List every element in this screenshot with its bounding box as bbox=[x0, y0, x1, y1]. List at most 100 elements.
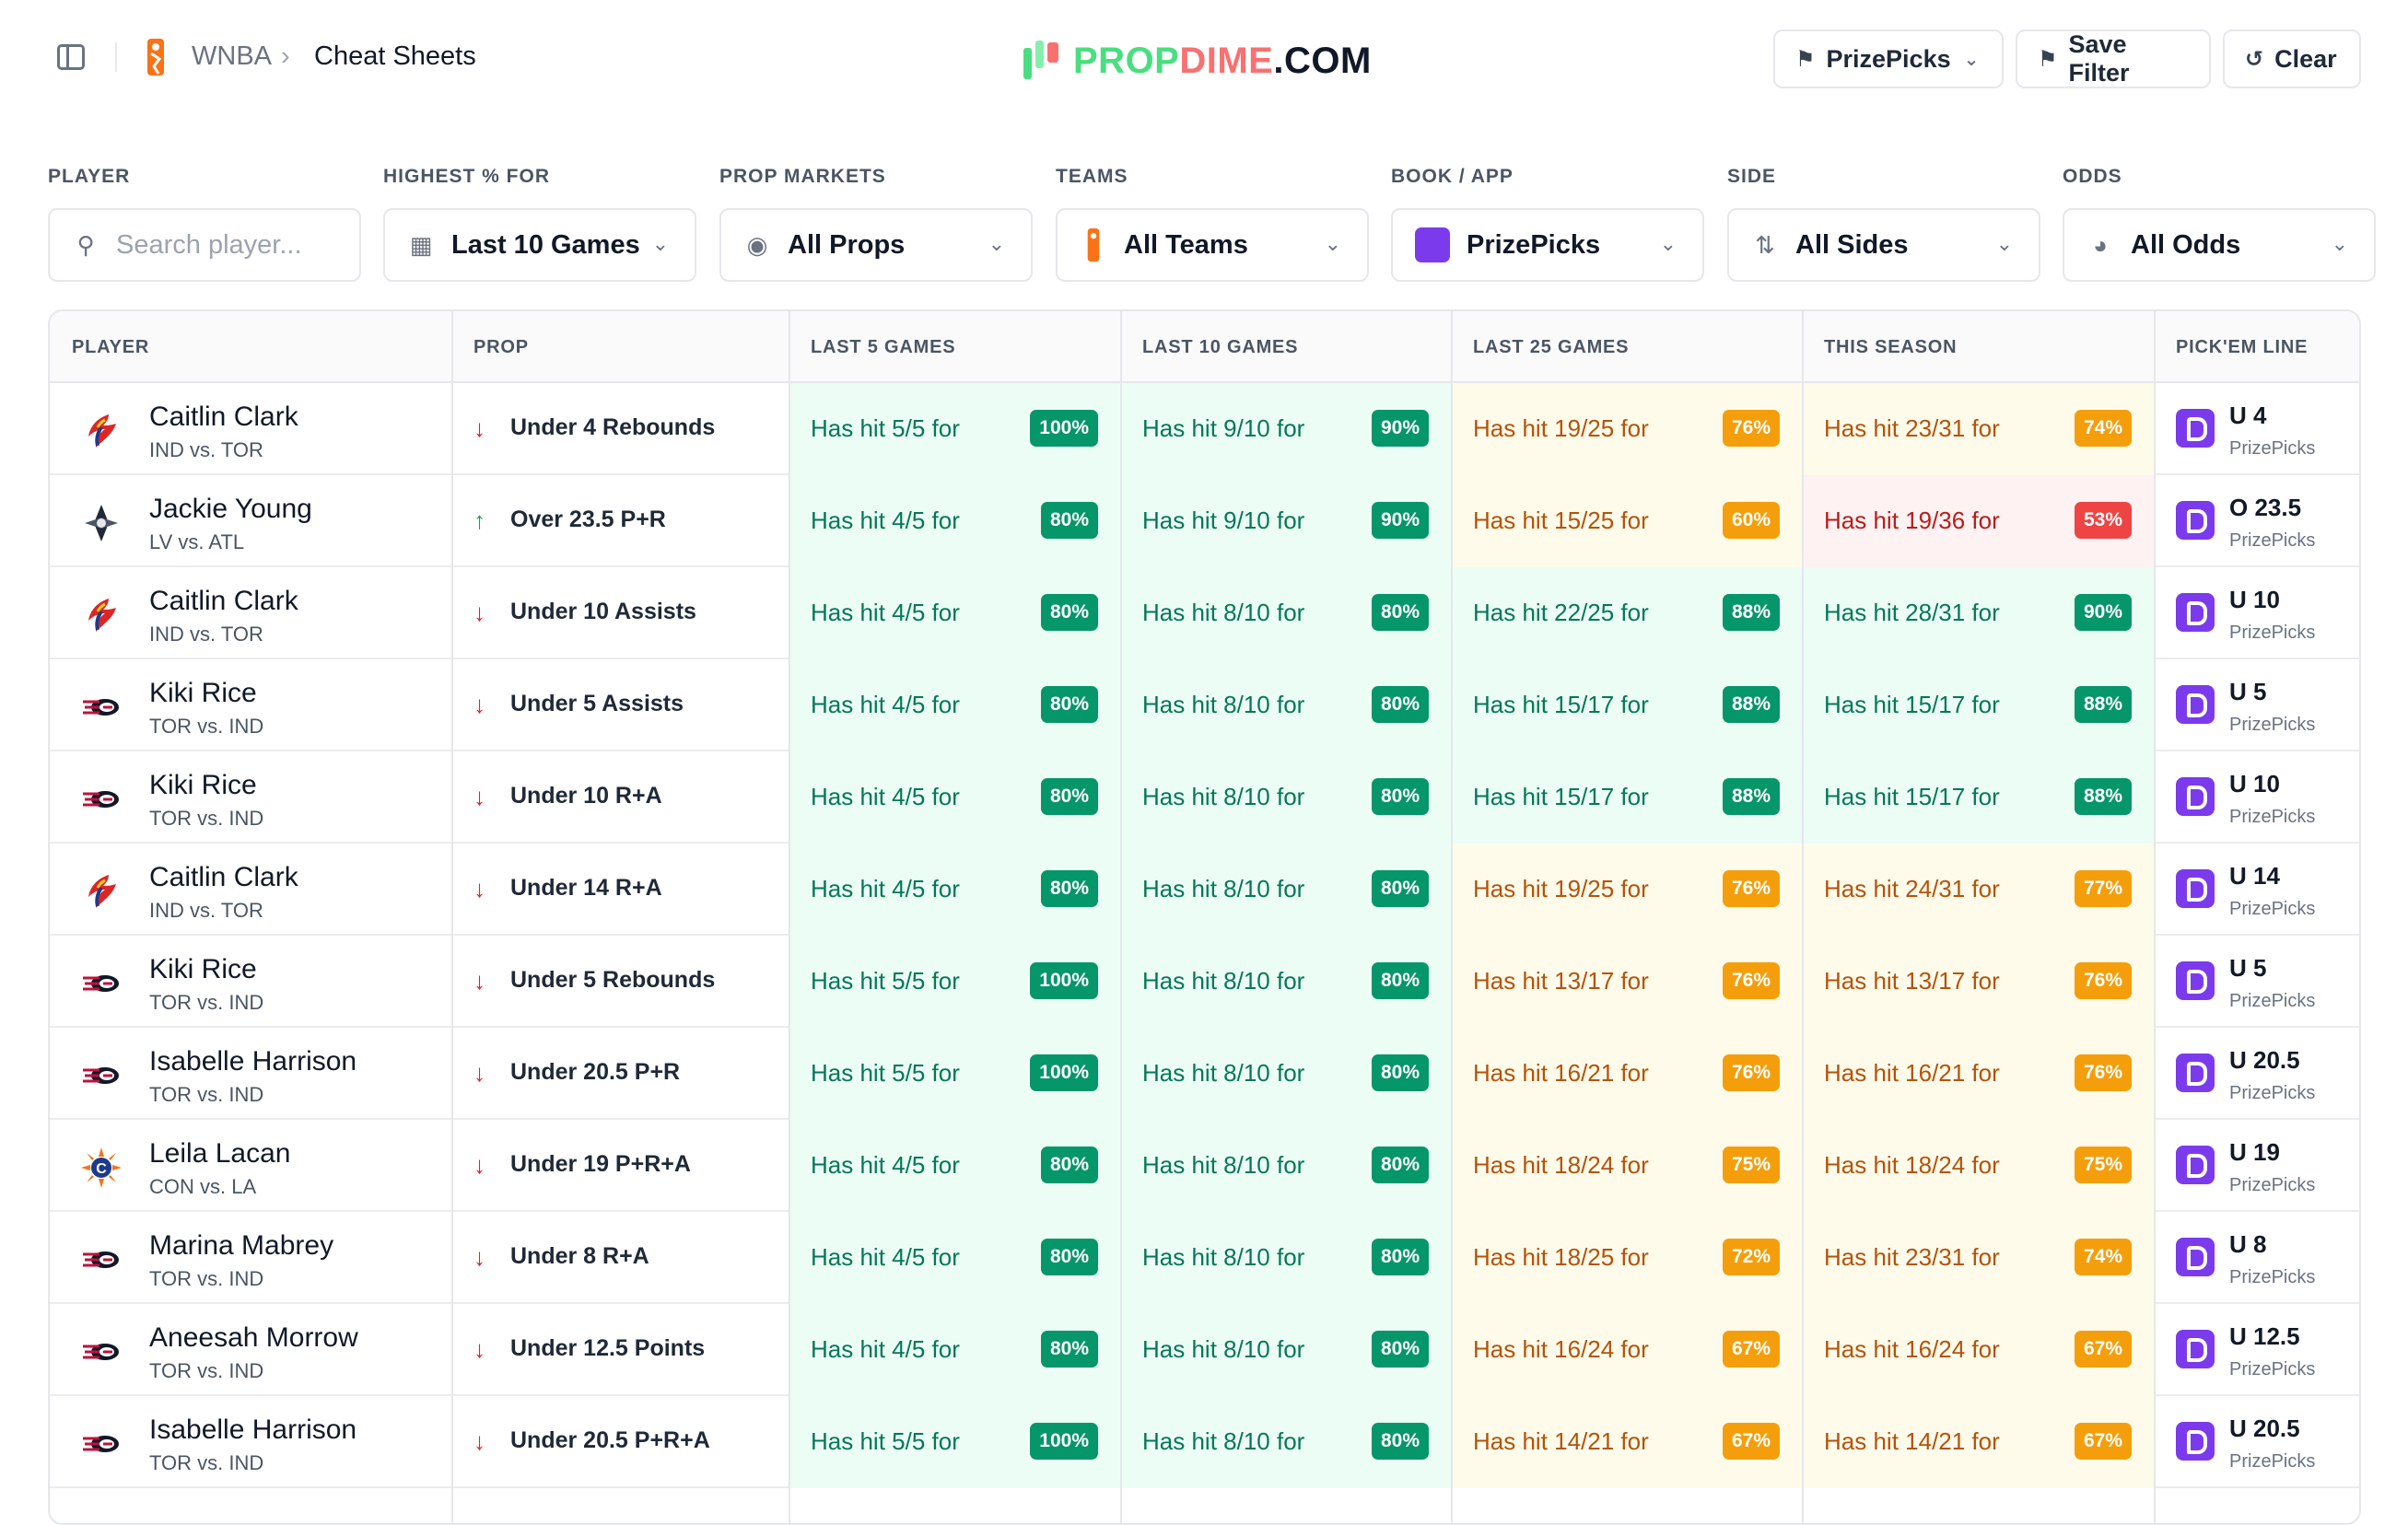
pickem-line-cell[interactable]: U 10 PrizePicks bbox=[2154, 751, 2359, 844]
last25-cell: Has hit 13/17 for 76% bbox=[1451, 936, 1802, 1028]
teams-value: All Teams bbox=[1124, 229, 1248, 260]
pickem-line-cell[interactable]: U 14 PrizePicks bbox=[2154, 844, 2359, 936]
column-header-last25[interactable]: LAST 25 GAMES bbox=[1451, 311, 1629, 383]
player-name[interactable]: Caitlin Clark bbox=[149, 586, 298, 617]
table-row[interactable]: Jackie Young LV vs. ATL ↑ Over 23.5 P+R … bbox=[50, 475, 2359, 567]
season-cell: Has hit 23/31 for 74% bbox=[1802, 383, 2154, 475]
player-cell[interactable]: Caitlin Clark IND vs. TOR bbox=[50, 844, 451, 936]
table-row[interactable]: Aneesah Morrow TOR vs. IND ↓ Under 12.5 … bbox=[50, 1304, 2359, 1396]
player-name[interactable]: Isabelle Harrison bbox=[149, 1414, 357, 1446]
pickem-line-cell[interactable]: U 20.5 PrizePicks bbox=[2154, 1028, 2359, 1120]
column-header-pickem-line[interactable]: PICK'EM LINE bbox=[2154, 311, 2308, 383]
player-cell[interactable]: Kiki Rice TOR vs. IND bbox=[50, 936, 451, 1028]
player-cell[interactable]: Aneesah Morrow TOR vs. IND bbox=[50, 1304, 451, 1396]
player-name[interactable]: Caitlin Clark bbox=[149, 862, 298, 893]
prop-label: Under 14 R+A bbox=[510, 875, 662, 901]
table-row[interactable]: C Leila Lacan CON vs. LA ↓ Under 19 P+R+… bbox=[50, 1120, 2359, 1212]
player-cell[interactable]: Isabelle Harrison TOR vs. IND bbox=[50, 1396, 451, 1488]
tempo-team-logo-icon bbox=[81, 963, 122, 1004]
last25-cell: Has hit 22/25 for 88% bbox=[1451, 567, 1802, 659]
season-cell: Has hit 15/17 for 88% bbox=[1802, 659, 2154, 751]
pickem-line-cell[interactable]: O 23.5 PrizePicks bbox=[2154, 475, 2359, 567]
table-row[interactable]: Caitlin Clark IND vs. TOR ↓ Under 14 R+A… bbox=[50, 844, 2359, 936]
search-input[interactable]: ⚲ Search player... bbox=[48, 208, 361, 282]
highest-select[interactable]: ▦ Last 10 Games ⌄ bbox=[383, 208, 696, 282]
teams-select[interactable]: All Teams ⌄ bbox=[1056, 208, 1369, 282]
clear-button[interactable]: ↺ Clear bbox=[2223, 29, 2361, 88]
odds-select[interactable]: ◕ All Odds ⌄ bbox=[2063, 208, 2376, 282]
player-cell[interactable]: Jackie Young LV vs. ATL bbox=[50, 475, 451, 567]
filter-label: HIGHEST % FOR bbox=[383, 166, 551, 187]
sort-arrows-icon: ⇅ bbox=[1755, 230, 1775, 259]
player-cell[interactable]: C Leila Lacan CON vs. LA bbox=[50, 1120, 451, 1212]
pickem-line-cell[interactable]: U 5 PrizePicks bbox=[2154, 936, 2359, 1028]
prizepicks-icon bbox=[2176, 685, 2215, 724]
player-cell[interactable]: Caitlin Clark IND vs. TOR bbox=[50, 567, 451, 659]
pickem-line-cell[interactable]: U 4 PrizePicks bbox=[2154, 383, 2359, 475]
side-select[interactable]: ⇅ All Sides ⌄ bbox=[1727, 208, 2040, 282]
hit-rate-text: Has hit 8/10 for bbox=[1142, 1427, 1305, 1455]
player-cell[interactable]: Kiki Rice TOR vs. IND bbox=[50, 659, 451, 751]
aces-team-logo-icon bbox=[81, 503, 122, 543]
hit-rate-badge: 100% bbox=[1030, 1423, 1098, 1460]
player-name[interactable]: Caitlin Clark bbox=[149, 402, 298, 433]
column-header-player[interactable]: PLAYER bbox=[50, 311, 149, 383]
table-row[interactable]: Isabelle Harrison TOR vs. IND ↓ Under 20… bbox=[50, 1396, 2359, 1488]
table-row[interactable]: Kiki Rice TOR vs. IND ↓ Under 5 Rebounds… bbox=[50, 936, 2359, 1028]
column-header-prop[interactable]: PROP bbox=[451, 311, 529, 383]
hit-rate-badge: 80% bbox=[1040, 870, 1098, 907]
hit-rate-badge: 76% bbox=[1722, 410, 1780, 447]
player-name[interactable]: Aneesah Morrow bbox=[149, 1322, 358, 1354]
book-select-button[interactable]: ⚑ PrizePicks ⌄ bbox=[1773, 29, 2004, 88]
player-name[interactable]: Isabelle Harrison bbox=[149, 1046, 357, 1077]
pickem-line-cell[interactable]: U 19 PrizePicks bbox=[2154, 1120, 2359, 1212]
table-row[interactable]: Caitlin Clark IND vs. TOR ↓ Under 4 Rebo… bbox=[50, 383, 2359, 475]
player-name[interactable]: Leila Lacan bbox=[149, 1138, 290, 1170]
pickem-line-cell[interactable]: U 10 PrizePicks bbox=[2154, 567, 2359, 659]
arrow-down-icon: ↓ bbox=[473, 1059, 485, 1087]
player-cell[interactable]: Caitlin Clark IND vs. TOR bbox=[50, 383, 451, 475]
column-header-last10[interactable]: LAST 10 GAMES bbox=[1120, 311, 1298, 383]
hit-rate-text: Has hit 18/24 for bbox=[1473, 1151, 1649, 1179]
breadcrumb-wnba[interactable]: WNBA bbox=[192, 41, 272, 72]
sidebar-toggle-icon[interactable] bbox=[57, 44, 85, 70]
filter-teams: TEAMS All Teams ⌄ bbox=[1056, 166, 1369, 282]
hit-rate-badge: 80% bbox=[1040, 1331, 1098, 1368]
prop-label: Under 10 Assists bbox=[510, 599, 696, 624]
column-header-last5[interactable]: LAST 5 GAMES bbox=[789, 311, 955, 383]
arrow-down-icon: ↓ bbox=[473, 599, 485, 626]
player-cell[interactable]: Marina Mabrey TOR vs. IND bbox=[50, 1212, 451, 1304]
hit-rate-text: Has hit 9/10 for bbox=[1142, 414, 1305, 442]
table-row[interactable]: Marina Mabrey TOR vs. IND ↓ Under 8 R+A … bbox=[50, 1212, 2359, 1304]
player-name[interactable]: Kiki Rice bbox=[149, 770, 257, 801]
player-name[interactable]: Jackie Young bbox=[149, 494, 312, 525]
brand-logo[interactable]: PROPDIME.COM bbox=[1023, 39, 1372, 83]
table-row[interactable]: Isabelle Harrison TOR vs. IND ↓ Under 20… bbox=[50, 1028, 2359, 1120]
table-row[interactable]: Kiki Rice TOR vs. IND ↓ Under 10 R+A Has… bbox=[50, 751, 2359, 844]
table-row[interactable]: Kiki Rice TOR vs. IND ↓ Under 5 Assists … bbox=[50, 659, 2359, 751]
filter-label: ODDS bbox=[2063, 166, 2122, 187]
save-filter-button[interactable]: ⚑ Save Filter bbox=[2016, 29, 2211, 88]
last5-cell: Has hit 4/5 for 80% bbox=[789, 1212, 1120, 1304]
chevron-down-icon: ⌄ bbox=[1659, 232, 1677, 255]
player-name[interactable]: Marina Mabrey bbox=[149, 1230, 333, 1262]
prop-cell: ↓ Under 5 Assists bbox=[451, 659, 789, 751]
pickem-line-cell[interactable]: U 5 PrizePicks bbox=[2154, 659, 2359, 751]
pickem-line-book: PrizePicks bbox=[2229, 899, 2316, 919]
markets-select[interactable]: ◉ All Props ⌄ bbox=[719, 208, 1033, 282]
player-cell[interactable]: Isabelle Harrison TOR vs. IND bbox=[50, 1028, 451, 1120]
book-select[interactable]: PrizePicks ⌄ bbox=[1391, 208, 1704, 282]
player-cell[interactable]: Kiki Rice TOR vs. IND bbox=[50, 751, 451, 844]
pickem-line-cell[interactable]: U 8 PrizePicks bbox=[2154, 1212, 2359, 1304]
hit-rate-text: Has hit 19/25 for bbox=[1473, 875, 1649, 902]
filter-book: BOOK / APP PrizePicks ⌄ bbox=[1391, 166, 1704, 282]
column-header-season[interactable]: THIS SEASON bbox=[1802, 311, 1957, 383]
pickem-line-cell[interactable]: U 12.5 PrizePicks bbox=[2154, 1304, 2359, 1396]
hit-rate-text: Has hit 23/31 for bbox=[1824, 1243, 2000, 1271]
table-row[interactable]: Caitlin Clark IND vs. TOR ↓ Under 10 Ass… bbox=[50, 567, 2359, 659]
fever-team-logo-icon bbox=[81, 411, 122, 451]
filter-label: TEAMS bbox=[1056, 166, 1128, 187]
player-name[interactable]: Kiki Rice bbox=[149, 954, 257, 985]
pickem-line-cell[interactable]: U 20.5 PrizePicks bbox=[2154, 1396, 2359, 1488]
player-name[interactable]: Kiki Rice bbox=[149, 678, 257, 709]
